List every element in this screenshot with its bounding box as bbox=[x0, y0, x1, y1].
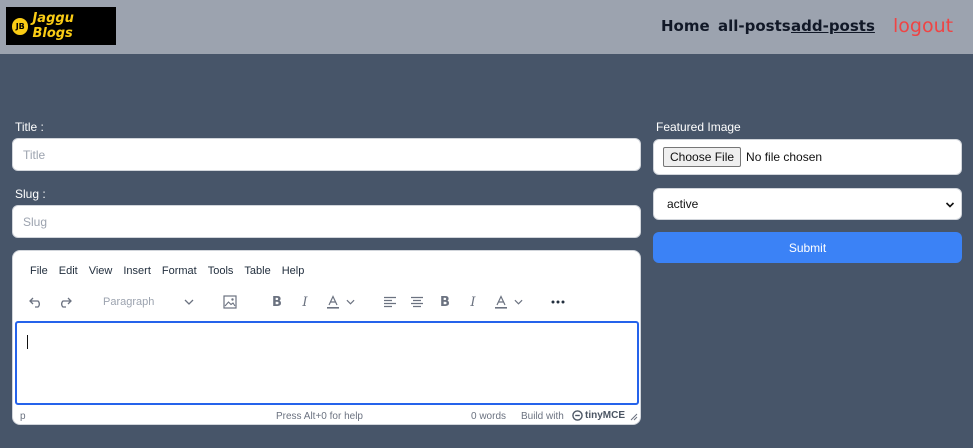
text-color-icon[interactable] bbox=[323, 291, 357, 313]
site-logo[interactable]: JB Jaggu Blogs bbox=[6, 7, 116, 45]
slug-label: Slug : bbox=[15, 187, 46, 201]
title-input[interactable]: Title bbox=[12, 138, 641, 171]
text-caret bbox=[27, 335, 28, 349]
status-select[interactable]: active bbox=[653, 188, 962, 220]
menu-file[interactable]: File bbox=[30, 265, 48, 277]
top-navbar: JB Jaggu Blogs Home all-posts add-posts … bbox=[0, 0, 973, 54]
nav-add-posts-link[interactable]: add-posts bbox=[791, 17, 875, 35]
choose-file-button[interactable]: Choose File bbox=[663, 147, 742, 167]
tinymce-brand[interactable]: tinyMCE bbox=[572, 410, 625, 421]
chevron-down-icon bbox=[513, 299, 523, 305]
menu-help[interactable]: Help bbox=[282, 265, 305, 277]
rich-text-editor: File Edit View Insert Format Tools Table… bbox=[12, 250, 641, 425]
logo-text: Jaggu Blogs bbox=[32, 11, 74, 41]
tinymce-logo-icon bbox=[572, 410, 583, 421]
editor-menubar: File Edit View Insert Format Tools Table… bbox=[30, 265, 304, 277]
menu-edit[interactable]: Edit bbox=[59, 265, 78, 277]
text-color-icon[interactable] bbox=[491, 291, 525, 313]
align-center-icon[interactable] bbox=[409, 291, 425, 313]
nav-home-link[interactable]: Home bbox=[661, 17, 710, 35]
italic-icon[interactable]: I bbox=[299, 291, 311, 313]
status-select-value: active bbox=[667, 197, 699, 211]
menu-view[interactable]: View bbox=[89, 265, 113, 277]
file-status-text: No file chosen bbox=[746, 150, 823, 164]
tinymce-brand-label: tinyMCE bbox=[585, 410, 625, 421]
italic-icon[interactable]: I bbox=[467, 291, 479, 313]
chevron-down-icon bbox=[345, 299, 355, 305]
align-left-icon[interactable] bbox=[382, 291, 398, 313]
logo-badge: JB bbox=[12, 17, 29, 35]
menu-tools[interactable]: Tools bbox=[208, 265, 234, 277]
submit-button[interactable]: Submit bbox=[653, 232, 962, 263]
build-with-text: Build with bbox=[521, 411, 564, 422]
image-icon[interactable] bbox=[221, 291, 239, 313]
block-format-value: Paragraph bbox=[103, 296, 155, 308]
block-format-dropdown[interactable]: Paragraph bbox=[103, 291, 194, 313]
more-icon[interactable] bbox=[549, 291, 567, 313]
chevron-down-icon bbox=[184, 299, 194, 305]
menu-format[interactable]: Format bbox=[162, 265, 197, 277]
logout-button[interactable]: logout bbox=[893, 15, 953, 37]
resize-handle-icon[interactable] bbox=[630, 413, 638, 421]
menu-insert[interactable]: Insert bbox=[123, 265, 151, 277]
redo-icon[interactable] bbox=[56, 291, 74, 313]
nav-all-posts-link[interactable]: all-posts bbox=[718, 17, 791, 35]
element-path[interactable]: p bbox=[20, 411, 26, 422]
title-label: Title : bbox=[15, 120, 44, 134]
undo-icon[interactable] bbox=[27, 291, 45, 313]
editor-content-area[interactable] bbox=[15, 321, 639, 405]
featured-image-input: Choose File No file chosen bbox=[653, 139, 962, 175]
menu-table[interactable]: Table bbox=[244, 265, 270, 277]
editor-toolbar: Paragraph B I B I bbox=[13, 291, 640, 313]
bold-icon[interactable]: B bbox=[438, 291, 452, 313]
bold-icon[interactable]: B bbox=[270, 291, 284, 313]
help-hint: Press Alt+0 for help bbox=[276, 411, 363, 422]
word-count[interactable]: 0 words bbox=[471, 411, 506, 422]
editor-statusbar: p Press Alt+0 for help 0 words Build wit… bbox=[13, 409, 640, 424]
featured-image-label: Featured Image bbox=[656, 120, 741, 134]
chevron-down-icon bbox=[945, 202, 955, 208]
slug-input[interactable]: Slug bbox=[12, 205, 641, 238]
